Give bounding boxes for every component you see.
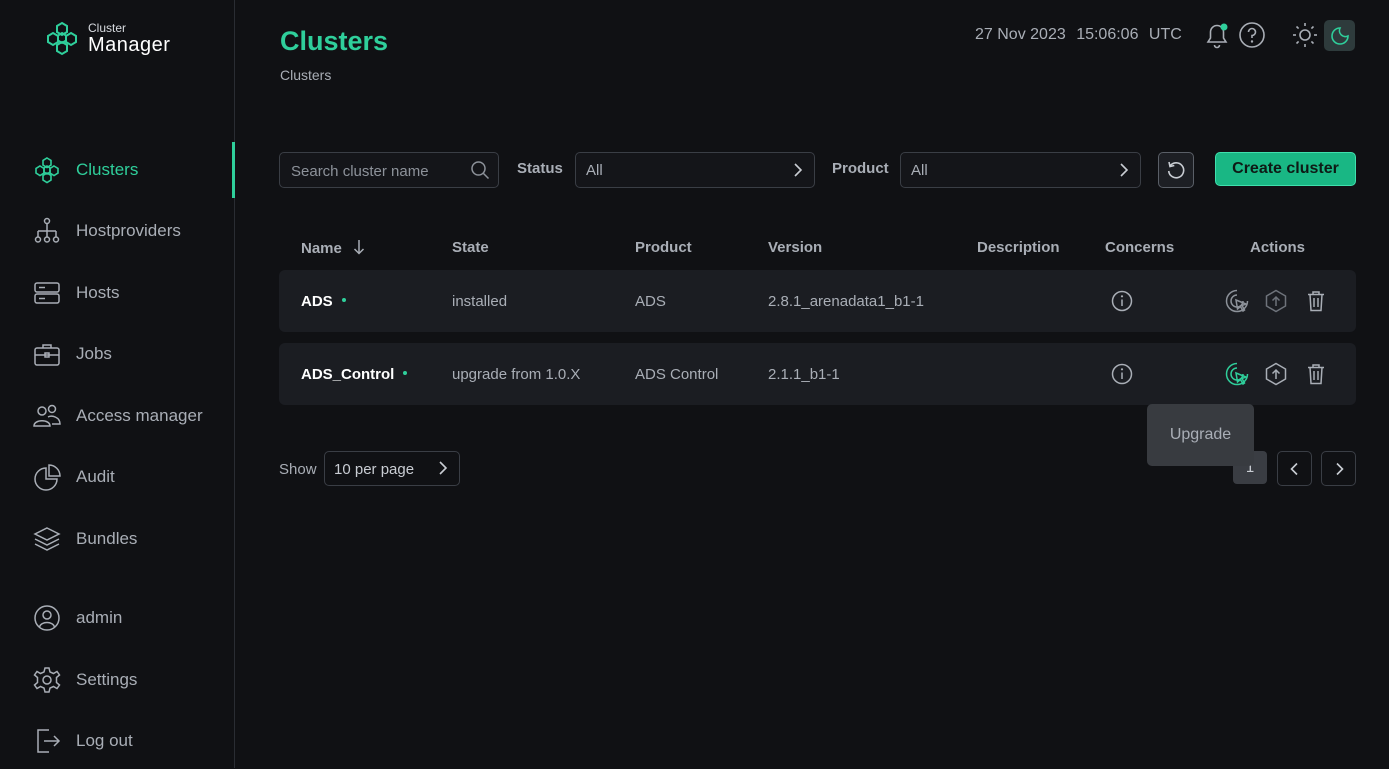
current-date: 27 Nov 2023 [975,26,1066,43]
cluster-version: 2.1.1_b1-1 [768,366,840,383]
product-filter-value: All [911,162,928,179]
status-filter-value: All [586,162,603,179]
cluster-state: upgrade from 1.0.X [452,366,581,383]
logo-small-text: Cluster [88,20,127,35]
cluster-version: 2.8.1_arenadata1_b1-1 [768,293,924,310]
search-input[interactable] [289,153,463,189]
datetime: 27 Nov 2023 15:06:06 UTC [975,26,1188,44]
run-action-icon[interactable] [1224,288,1250,314]
pie-chart-icon [32,462,62,492]
sidebar-item-label: Jobs [76,344,112,363]
current-time: 15:06:06 [1076,26,1139,43]
delete-icon[interactable] [1303,361,1329,387]
chevron-left-icon [1289,462,1298,475]
cluster-name-text: ADS_Control [301,366,395,383]
next-page-button[interactable] [1321,451,1356,486]
column-header-product: Product [635,239,692,256]
sun-icon[interactable] [1290,20,1320,50]
timezone: UTC [1148,26,1182,43]
hosts-icon [32,278,62,308]
bell-icon[interactable] [1202,20,1232,50]
cluster-name[interactable]: ADS_Control [301,366,408,383]
create-cluster-button[interactable]: Create cluster [1215,152,1356,186]
sidebar-item-label: Hosts [76,283,120,302]
search-icon[interactable] [470,160,490,180]
gear-icon [32,665,62,695]
sidebar-item-bundles[interactable]: Bundles [0,511,234,567]
sidebar-item-label: Access manager [76,406,203,425]
logo-big-text: Manager [88,33,171,56]
sidebar-item-label: Log out [76,731,133,750]
layers-icon [32,524,62,554]
sidebar-item-label: Hostproviders [76,221,181,240]
column-header-actions: Actions [1250,239,1306,256]
breadcrumb[interactable]: Clusters [280,67,331,83]
sidebar-item-logout[interactable]: Log out [0,713,234,769]
moon-icon[interactable] [1324,20,1355,51]
logo-icon [47,21,77,56]
hostproviders-icon [32,216,62,246]
table-row: ADS installed ADS 2.8.1_arenadata1_b1-1 [279,270,1356,332]
column-header-label: Name [301,240,342,257]
sidebar-item-jobs[interactable]: Jobs [0,326,234,382]
upgrade-tooltip: Upgrade [1147,404,1254,466]
cluster-name[interactable]: ADS [301,293,346,310]
sidebar-item-audit[interactable]: Audit [0,449,234,505]
upgrade-icon[interactable] [1263,361,1289,387]
concerns-info-icon[interactable] [1109,288,1135,314]
search-field [279,152,499,189]
sidebar-item-label: Clusters [76,160,139,179]
sidebar-item-clusters[interactable]: Clusters [0,142,235,198]
cluster-product: ADS [635,293,666,310]
reset-filters-button[interactable] [1158,152,1194,188]
status-filter-label: Status [517,160,563,177]
sort-arrow-down-icon [354,240,365,255]
refresh-icon [1167,161,1185,179]
product-filter-select[interactable]: All [900,152,1141,188]
sidebar-item-label: admin [76,608,123,627]
clusters-icon [32,155,62,185]
sidebar-item-label: Bundles [76,529,138,548]
help-icon[interactable] [1237,20,1267,50]
user-icon [32,603,62,633]
table-row: ADS_Control upgrade from 1.0.X ADS Contr… [279,343,1356,405]
upgrade-icon[interactable] [1263,288,1289,314]
logout-icon [32,726,62,756]
column-header-version: Version [768,239,823,256]
column-header-state: State [452,239,489,256]
concerns-info-icon[interactable] [1109,361,1135,387]
product-filter-label: Product [832,160,889,177]
page-title: Clusters [280,26,389,56]
status-dot [403,371,408,376]
users-icon [32,401,62,431]
sidebar-item-hosts[interactable]: Hosts [0,265,234,321]
jobs-icon [32,339,62,369]
status-filter-select[interactable]: All [575,152,815,188]
prev-page-button[interactable] [1277,451,1312,486]
sidebar-item-admin[interactable]: admin [0,590,234,646]
sidebar: Cluster Manager Clusters Hostproviders H… [0,0,235,768]
cluster-state: installed [452,293,508,310]
chevron-right-icon [1335,462,1344,475]
column-header-concerns: Concerns [1105,239,1175,256]
per-page-select[interactable]: 10 per page [324,451,460,486]
show-label: Show [279,461,317,478]
column-header-name[interactable]: Name [301,239,366,257]
sidebar-item-settings[interactable]: Settings [0,652,234,708]
sidebar-item-label: Settings [76,670,138,689]
run-action-icon[interactable] [1224,361,1250,387]
sidebar-item-hostproviders[interactable]: Hostproviders [0,203,234,259]
app-logo[interactable]: Cluster Manager [44,20,170,56]
cluster-name-text: ADS [301,293,333,310]
chevron-right-icon [1116,162,1132,178]
status-dot [341,298,346,303]
chevron-right-icon [435,460,451,476]
per-page-value: 10 per page [334,461,415,478]
sidebar-item-access-manager[interactable]: Access manager [0,388,234,444]
cluster-product: ADS Control [635,366,719,383]
delete-icon[interactable] [1303,288,1329,314]
column-header-description: Description [977,239,1060,256]
sidebar-item-label: Audit [76,467,115,486]
chevron-right-icon [790,162,806,178]
